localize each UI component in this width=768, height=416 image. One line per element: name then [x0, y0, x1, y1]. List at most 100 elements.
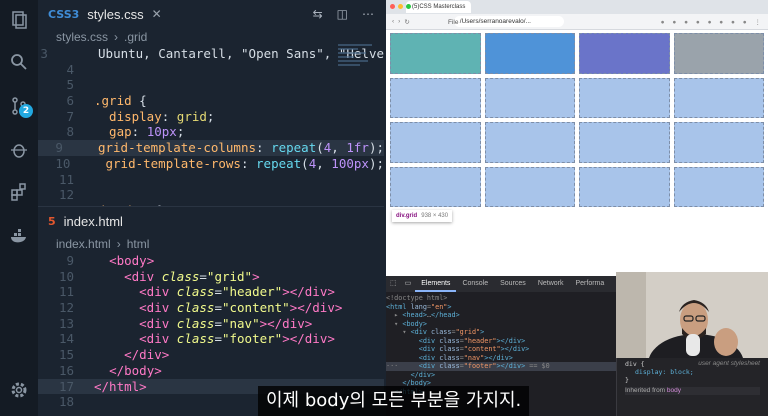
maximize-window-icon[interactable]: [406, 4, 411, 9]
code-line[interactable]: 4: [38, 62, 384, 78]
devtools-tab-sources[interactable]: Sources: [494, 276, 532, 292]
devtools-tab-performa[interactable]: Performa: [570, 276, 611, 292]
forward-icon[interactable]: ›: [398, 18, 400, 25]
url-input[interactable]: /Users/serranoarevalo/...: [453, 16, 564, 27]
devtools-tab-network[interactable]: Network: [532, 276, 570, 292]
address-bar-row: ‹ › ↻ File /Users/serranoarevalo/... ● ●…: [386, 14, 768, 30]
code-token: ></div>: [289, 300, 343, 316]
dom-node[interactable]: ··· <div class="footer"></div> == $0: [386, 362, 616, 371]
devtools-tab-elements[interactable]: Elements: [415, 276, 457, 292]
close-window-icon[interactable]: [390, 4, 395, 9]
minimap[interactable]: [338, 42, 380, 102]
dom-token: [386, 337, 419, 345]
dom-token: class: [439, 353, 460, 362]
code-token: =: [214, 315, 222, 331]
code-line[interactable]: 6 .grid {: [38, 93, 384, 109]
code-line[interactable]: 3 Ubuntu, Cantarell, "Open Sans", "Helve: [38, 46, 384, 62]
breadcrumb-file[interactable]: styles.css: [56, 30, 108, 44]
code-text: <div class="grid">: [74, 269, 260, 285]
grid-cell: [484, 122, 575, 163]
devtools-tab-console[interactable]: Console: [456, 276, 494, 292]
dom-token: <body>: [402, 319, 427, 328]
explorer-icon[interactable]: [9, 10, 29, 30]
compare-icon[interactable]: ⇆: [313, 7, 323, 21]
split-editor-icon[interactable]: ◫: [337, 7, 348, 21]
code-line[interactable]: 14 <div class="footer"></div>: [38, 331, 384, 347]
settings-gear-icon[interactable]: [9, 380, 29, 400]
dom-node[interactable]: <!doctype html>: [386, 294, 616, 303]
code-line[interactable]: 12: [38, 187, 384, 203]
dom-token: "footer": [463, 362, 497, 370]
line-number: 12: [58, 300, 74, 316]
dom-node[interactable]: </div>: [386, 371, 616, 380]
code-text: grid-template-rows: repeat(4, 100px);: [70, 156, 384, 172]
dom-token: class: [439, 362, 460, 370]
inherited-header: Inherited from body: [625, 387, 760, 395]
breadcrumb-symbol[interactable]: html: [127, 237, 150, 251]
grid-cell: [673, 33, 764, 74]
code-token: class: [176, 300, 215, 316]
code-line[interactable]: 13 <div class="nav"></div>: [38, 316, 384, 332]
css-code[interactable]: 3 Ubuntu, Cantarell, "Open Sans", "Helve…: [38, 46, 384, 206]
reload-icon[interactable]: ↻: [404, 18, 409, 26]
code-line[interactable]: 9 grid-template-columns: repeat(4, 1fr);: [38, 140, 384, 156]
breadcrumb-file[interactable]: index.html: [56, 237, 111, 251]
line-number: 16: [58, 362, 74, 378]
dom-tree[interactable]: <!doctype html> <html lang="en"> ▸ <head>…: [386, 292, 616, 396]
css-editor-pane[interactable]: CSS3 styles.css ✕ ⇆ ◫ ⋯ styles.css › .gr…: [38, 0, 384, 206]
code-line[interactable]: 7 display: grid;: [38, 109, 384, 125]
css-editor-tab[interactable]: CSS3 styles.css ✕ ⇆ ◫ ⋯: [38, 0, 384, 28]
browser-tab[interactable]: (5)CSS Masterclass: [406, 1, 472, 13]
code-line[interactable]: 9 <body>: [38, 253, 384, 269]
code-line[interactable]: 10 <div class="grid">: [38, 269, 384, 285]
dom-node[interactable]: <div class="content"></div>: [386, 345, 616, 354]
inspect-icon[interactable]: ⬚: [386, 276, 401, 292]
breadcrumb-symbol[interactable]: .grid: [124, 30, 147, 44]
html-editor-tab[interactable]: 5 index.html: [38, 207, 384, 235]
extensions-icons[interactable]: ● ● ● ● ● ● ● ● ⋮: [661, 18, 764, 26]
devtools-tabs: ⬚ ▭ Elements Console Sources Network Perform…: [386, 276, 616, 292]
minimize-window-icon[interactable]: [398, 4, 403, 9]
style-property[interactable]: display: block;: [625, 368, 760, 376]
dom-token: [386, 354, 419, 362]
grid-cell: [390, 77, 481, 118]
dom-node[interactable]: <html lang="en">: [386, 303, 616, 312]
dom-node[interactable]: ▾ <body>: [386, 320, 616, 329]
close-icon[interactable]: ✕: [152, 7, 162, 21]
code-token: <div: [139, 331, 177, 347]
code-line[interactable]: 10 grid-template-rows: repeat(4, 100px);: [38, 156, 384, 172]
code-text: <div class="nav"></div>: [74, 316, 312, 332]
dom-node[interactable]: ▸ <head>…</head>: [386, 311, 616, 320]
code-line[interactable]: 11 <div class="header"></div>: [38, 284, 384, 300]
dom-node[interactable]: ▾ <div class="grid">: [386, 328, 616, 337]
dom-node[interactable]: <div class="header"></div>: [386, 337, 616, 346]
html-editor-pane[interactable]: 5 index.html index.html › html 9 <body> 1…: [38, 206, 384, 416]
grid-cell: [390, 166, 481, 207]
code-token: :: [131, 124, 147, 140]
debug-icon[interactable]: [9, 140, 29, 160]
back-icon[interactable]: ‹: [392, 18, 394, 25]
code-text: gap: 10px;: [74, 124, 184, 140]
code-line[interactable]: 8 gap: 10px;: [38, 124, 384, 140]
dom-node[interactable]: <div class="nav"></div>: [386, 354, 616, 363]
code-line[interactable]: 5: [38, 77, 384, 93]
inherited-from-link[interactable]: body: [667, 387, 681, 394]
code-token: repeat: [256, 155, 302, 171]
code-line[interactable]: 15 </div>: [38, 347, 384, 363]
search-icon[interactable]: [9, 52, 29, 72]
docker-icon[interactable]: [9, 226, 29, 246]
device-toolbar-icon[interactable]: ▭: [401, 276, 416, 292]
presenter-webcam: [616, 272, 768, 358]
code-line[interactable]: 16 </body>: [38, 363, 384, 379]
more-icon[interactable]: ⋯: [362, 7, 374, 21]
breadcrumb: index.html › html: [38, 235, 384, 253]
code-token: ,: [316, 155, 332, 171]
grid-cell: [484, 77, 575, 118]
extensions-icon[interactable]: [9, 182, 29, 202]
code-line[interactable]: 12 <div class="content"></div>: [38, 300, 384, 316]
code-line[interactable]: 11: [38, 172, 384, 188]
